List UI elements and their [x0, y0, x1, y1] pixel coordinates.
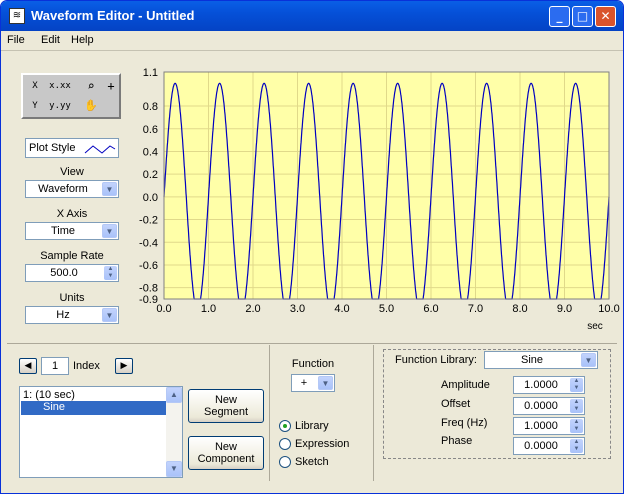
x-tick-label: 2.0	[245, 303, 260, 315]
list-item-selected[interactable]: Sine	[21, 401, 166, 415]
amplitude-value: 1.0000	[524, 379, 558, 391]
new-component-button[interactable]: New Component	[188, 436, 264, 470]
x-tick-label: 7.0	[468, 303, 483, 315]
y-tick-label: 0.8	[143, 101, 158, 113]
y-tick-label: 0.6	[143, 124, 158, 136]
phase-value: 0.0000	[524, 440, 558, 452]
function-operator-value: +	[300, 377, 308, 389]
amplitude-label: Amplitude	[441, 379, 490, 391]
scroll-down-icon[interactable]: ▼	[166, 461, 182, 477]
new-component-label-line2: Component	[197, 453, 255, 465]
offset-field[interactable]: 0.0000 ▲ ▼	[513, 397, 585, 415]
spin-updown-icon[interactable]: ▲ ▼	[570, 399, 583, 413]
y-tick-label: -0.8	[139, 283, 158, 295]
x-tick-label: 1.0	[201, 303, 216, 315]
function-label: Function	[291, 358, 335, 370]
y-tick-label: 0.0	[143, 192, 158, 204]
function-operator-select[interactable]: + ▼	[291, 374, 335, 392]
waveform-editor-window: ≋ Waveform Editor - Untitled _ □ ✕ File …	[0, 0, 624, 494]
y-tick-label: 0.2	[143, 169, 158, 181]
chevron-down-icon[interactable]: ▼	[318, 376, 333, 390]
x-tick-label: 10.0	[598, 303, 619, 315]
frequency-label: Freq (Hz)	[441, 417, 488, 429]
waveform-graph[interactable]: 1.10.80.60.40.20.0-0.2-0.4-0.6-0.8-0.90.…	[1, 1, 624, 341]
sketch-radio-label[interactable]: Sketch	[295, 456, 329, 468]
scroll-up-icon[interactable]: ▲	[166, 387, 182, 403]
y-tick-label: 0.4	[143, 146, 158, 158]
x-tick-label: 3.0	[290, 303, 305, 315]
new-segment-label-line1: New	[214, 394, 237, 406]
x-tick-label: 9.0	[557, 303, 572, 315]
x-tick-label: 4.0	[334, 303, 349, 315]
offset-label: Offset	[441, 398, 471, 410]
spin-updown-icon[interactable]: ▲ ▼	[570, 439, 583, 453]
spin-updown-icon[interactable]: ▲ ▼	[570, 378, 583, 392]
expression-radio[interactable]	[279, 438, 291, 450]
library-radio[interactable]	[279, 420, 291, 432]
new-component-label-line1: New	[214, 441, 237, 453]
expression-radio-label[interactable]: Expression	[295, 438, 349, 450]
index-input[interactable]: 1	[41, 357, 69, 375]
x-tick-label: 8.0	[512, 303, 527, 315]
phase-field[interactable]: 0.0000 ▲ ▼	[513, 437, 585, 455]
x-tick-label: 6.0	[423, 303, 438, 315]
x-tick-label: 5.0	[379, 303, 394, 315]
sketch-radio[interactable]	[279, 456, 291, 468]
function-library-label: Function Library:	[395, 354, 477, 366]
library-radio-label[interactable]: Library	[295, 420, 329, 432]
next-index-button[interactable]: ▶	[115, 358, 133, 374]
list-item[interactable]: 1: (10 sec)	[23, 389, 75, 401]
y-tick-label: 1.1	[143, 67, 158, 79]
segment-list[interactable]: 1: (10 sec) Sine ▲ ▼	[19, 386, 183, 478]
function-library-select[interactable]: Sine ▼	[484, 351, 598, 369]
y-tick-label: -0.6	[139, 260, 158, 272]
frequency-field[interactable]: 1.0000 ▲ ▼	[513, 417, 585, 435]
previous-index-button[interactable]: ◀	[19, 358, 37, 374]
spin-updown-icon[interactable]: ▲ ▼	[570, 419, 583, 433]
frequency-value: 1.0000	[524, 420, 558, 432]
list-scrollbar[interactable]: ▲ ▼	[166, 387, 182, 477]
panel-divider	[7, 343, 617, 344]
y-tick-label: -0.4	[139, 237, 158, 249]
x-tick-label: 0.0	[156, 303, 171, 315]
x-axis-label: sec	[587, 321, 603, 332]
chevron-down-icon[interactable]: ▼	[581, 353, 596, 367]
phase-label: Phase	[441, 435, 473, 447]
panel-divider-vertical	[373, 345, 374, 481]
function-library-value: Sine	[520, 354, 544, 366]
amplitude-field[interactable]: 1.0000 ▲ ▼	[513, 376, 585, 394]
y-tick-label: -0.9	[139, 294, 158, 306]
y-tick-label: -0.2	[139, 215, 158, 227]
panel-divider-vertical	[269, 345, 270, 481]
index-label: Index	[73, 360, 100, 372]
new-segment-button[interactable]: New Segment	[188, 389, 264, 423]
new-segment-label-line2: Segment	[203, 406, 249, 418]
offset-value: 0.0000	[524, 400, 558, 412]
